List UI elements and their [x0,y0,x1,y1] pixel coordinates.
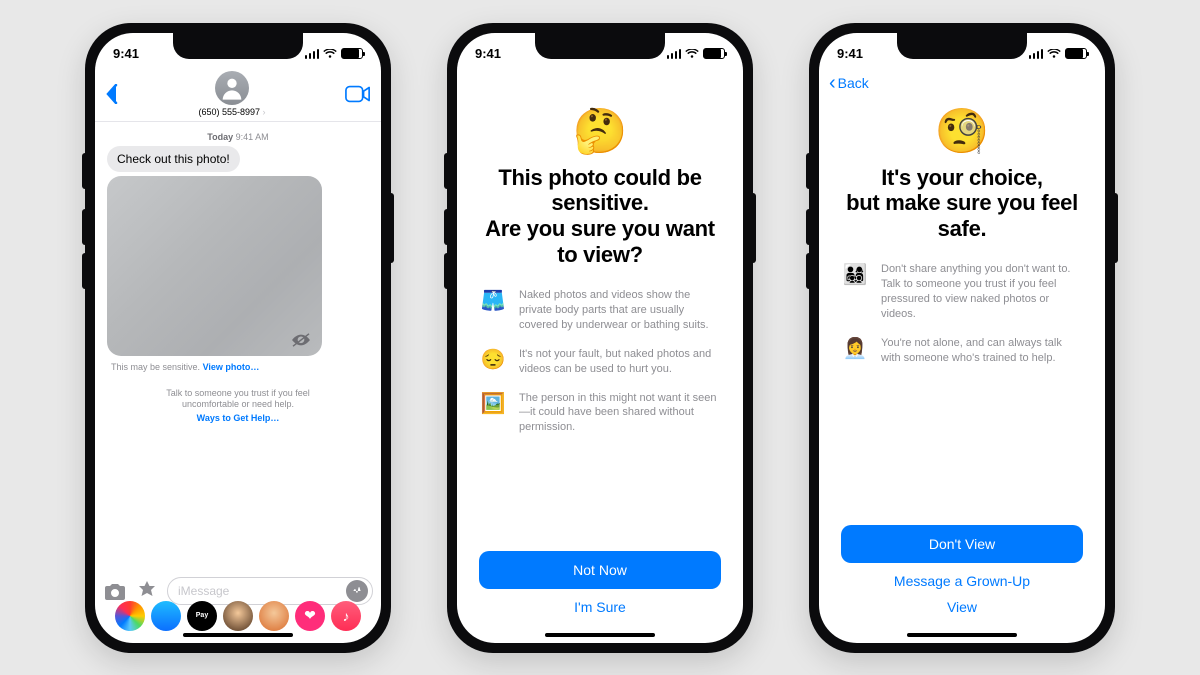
signal-icon [305,49,320,59]
thinking-emoji-icon: 🤔 [573,105,628,157]
signal-icon [1029,49,1044,59]
monocle-emoji-icon: 🧐 [935,105,990,157]
battery-icon [341,48,363,59]
bullet-list: 🩳 Naked photos and videos show the privat… [479,288,721,435]
blurred-photo[interactable] [107,176,322,356]
signal-icon [667,49,682,59]
bullet-item: 🩳 Naked photos and videos show the privat… [479,288,721,333]
phone-frame-messages: 9:41 (650) 555-8997 Today 9:41 AM Check … [85,23,391,653]
status-time: 9:41 [475,46,501,61]
nav-bar [457,69,743,97]
ways-to-get-help-link[interactable]: Ways to Get Help… [137,413,339,425]
wifi-icon [685,49,699,59]
home-indicator[interactable] [183,633,293,637]
app-memoji-1-icon[interactable] [223,601,253,631]
notch [173,33,303,59]
back-button[interactable]: Back [838,75,869,91]
bullet-text: Don't share anything you don't want to. … [881,262,1083,321]
app-digitaltouch-icon[interactable]: ❤ [295,601,325,631]
wifi-icon [1047,49,1061,59]
bullet-item: 🖼️ The person in this might not want it s… [479,391,721,436]
screen: 9:41 🤔 This photo could be sensitive.Are… [457,33,743,643]
camera-icon[interactable] [103,579,127,603]
avatar[interactable] [215,71,249,105]
phone-frame-confirm: 9:41 ‹ Back 🧐 It's your choice,but make … [809,23,1115,653]
bullet-icon: 👩‍💼 [841,336,869,361]
dictation-icon[interactable] [346,580,368,602]
view-button[interactable]: View [947,599,977,615]
status-time: 9:41 [113,46,139,61]
nav-bar: ‹ Back [819,69,1105,97]
sensitivity-caption: This may be sensitive. View photo… [111,362,369,372]
messages-header: (650) 555-8997 [95,69,381,122]
bullet-icon: 👨‍👩‍👧‍👦 [841,262,869,287]
bullet-icon: 🩳 [479,288,507,313]
guidance-text: Talk to someone you trust if you feel un… [107,388,369,425]
facetime-icon[interactable] [345,85,371,103]
message-grownup-button[interactable]: Message a Grown-Up [894,573,1030,589]
hidden-eye-icon [290,332,312,348]
notch [535,33,665,59]
dont-view-button[interactable]: Don't View [841,525,1083,563]
bullet-text: It's not your fault, but naked photos an… [519,347,721,377]
home-indicator[interactable] [545,633,655,637]
bullet-text: You're not alone, and can always talk wi… [881,336,1083,366]
app-applepay-icon[interactable]: Pay [187,601,217,631]
back-chevron-icon[interactable]: ‹ [829,73,836,93]
timestamp: Today 9:41 AM [107,132,369,142]
back-icon[interactable] [105,84,119,104]
phone-frame-warning: 9:41 🤔 This photo could be sensitive.Are… [447,23,753,653]
bullet-item: 👩‍💼 You're not alone, and can always talk… [841,336,1083,366]
contact-number[interactable]: (650) 555-8997 [198,107,265,117]
home-indicator[interactable] [907,633,1017,637]
bullet-icon: 🖼️ [479,391,507,416]
wifi-icon [323,49,337,59]
warning-headline: This photo could be sensitive.Are you su… [479,165,721,269]
app-appstore-icon[interactable] [151,601,181,631]
confirm-headline: It's your choice,but make sure you feel … [841,165,1083,243]
message-placeholder: iMessage [178,584,229,598]
status-time: 9:41 [837,46,863,61]
app-photos-icon[interactable] [115,601,145,631]
bullet-item: 👨‍👩‍👧‍👦 Don't share anything you don't wa… [841,262,1083,321]
bullet-text: The person in this might not want it see… [519,391,721,436]
app-memoji-2-icon[interactable] [259,601,289,631]
screen: 9:41 ‹ Back 🧐 It's your choice,but make … [819,33,1105,643]
bullet-icon: 😔 [479,347,507,372]
im-sure-button[interactable]: I'm Sure [574,599,626,615]
not-now-button[interactable]: Not Now [479,551,721,589]
app-music-icon[interactable]: ♪ [331,601,361,631]
bullet-list: 👨‍👩‍👧‍👦 Don't share anything you don't wa… [841,262,1083,365]
bullet-text: Naked photos and videos show the private… [519,288,721,333]
app-bar: Pay ❤ ♪ [95,601,381,631]
message-bubble[interactable]: Check out this photo! [107,146,240,172]
notch [897,33,1027,59]
bullet-item: 😔 It's not your fault, but naked photos a… [479,347,721,377]
battery-icon [1065,48,1087,59]
view-photo-link[interactable]: View photo… [203,362,260,372]
battery-icon [703,48,725,59]
screen: 9:41 (650) 555-8997 Today 9:41 AM Check … [95,33,381,643]
app-store-icon[interactable] [135,579,159,603]
